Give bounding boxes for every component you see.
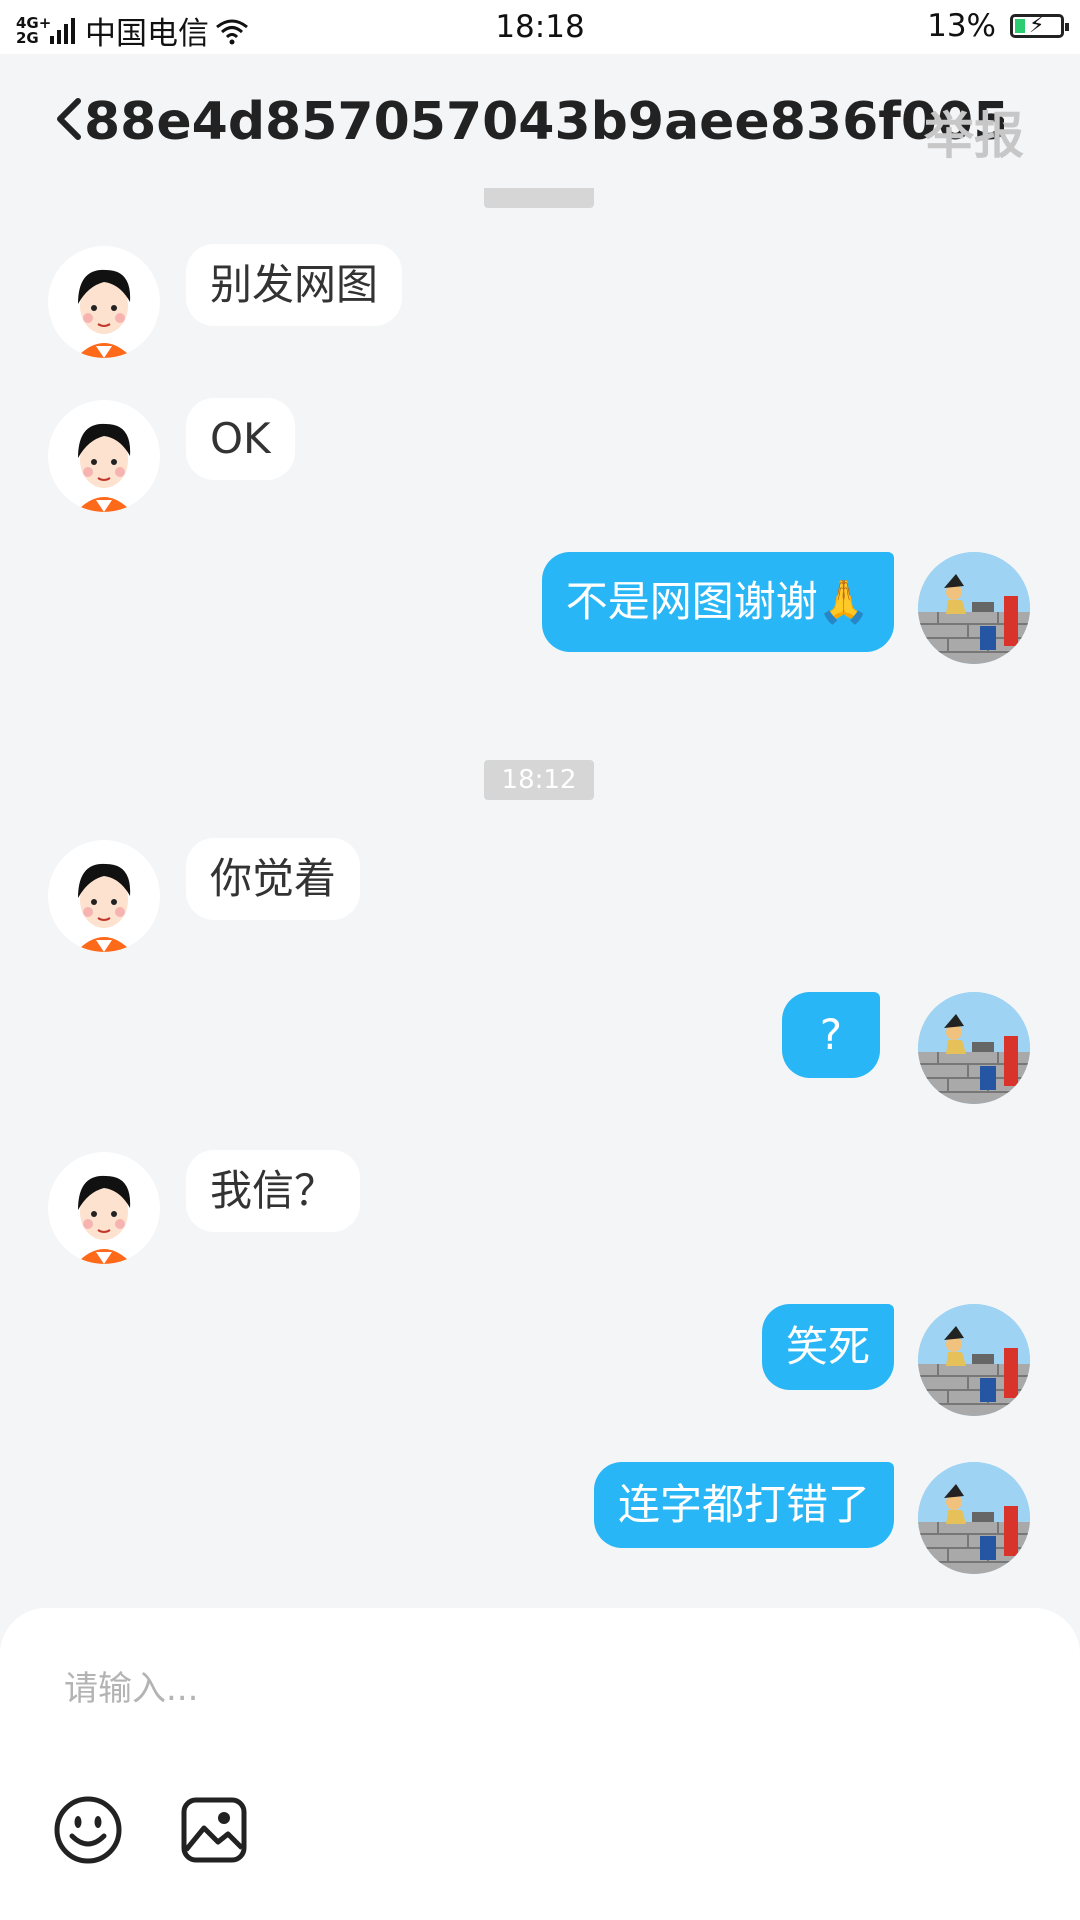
my-avatar[interactable] bbox=[918, 552, 1030, 664]
message-bubble-incoming[interactable]: OK bbox=[186, 398, 295, 480]
contact-avatar[interactable] bbox=[48, 246, 160, 358]
cartoon-girl-avatar-icon bbox=[76, 1175, 132, 1264]
message-bubble-outgoing[interactable]: 连字都打错了 bbox=[593, 1462, 894, 1548]
message-bubble-incoming[interactable]: 我信？ bbox=[186, 1150, 361, 1232]
emoji-smiley-icon[interactable] bbox=[52, 1794, 124, 1866]
timestamp: 18:12 bbox=[484, 760, 594, 800]
contact-avatar[interactable] bbox=[48, 1152, 160, 1264]
image-picker-icon[interactable] bbox=[178, 1794, 250, 1866]
illustration-avatar-icon bbox=[918, 992, 1030, 1104]
timestamp-partial bbox=[484, 188, 594, 208]
status-bar: 4G+ 2G 中国电信 18:18 13% ⚡ bbox=[0, 0, 1080, 54]
cartoon-girl-avatar-icon bbox=[76, 423, 132, 512]
message-bubble-outgoing[interactable]: 不是网图谢谢🙏 bbox=[541, 552, 894, 652]
back-chevron-icon[interactable] bbox=[54, 98, 84, 140]
message-bubble-outgoing[interactable]: 笑死 bbox=[761, 1304, 894, 1390]
message-bubble-incoming[interactable]: 你觉着 bbox=[186, 838, 361, 920]
cartoon-girl-avatar-icon bbox=[76, 269, 132, 358]
message-bubble-outgoing[interactable]: ? bbox=[781, 992, 880, 1078]
message-bubble-incoming[interactable]: 别发网图 bbox=[186, 244, 403, 326]
my-avatar[interactable] bbox=[918, 1304, 1030, 1416]
contact-avatar[interactable] bbox=[48, 840, 160, 952]
my-avatar[interactable] bbox=[918, 1462, 1030, 1574]
battery-percent: 13% bbox=[927, 8, 996, 44]
my-avatar[interactable] bbox=[918, 992, 1030, 1104]
message-input[interactable] bbox=[62, 1658, 966, 1720]
status-time: 18:18 bbox=[495, 9, 585, 45]
illustration-avatar-icon bbox=[918, 1462, 1030, 1574]
report-button[interactable]: 举报 bbox=[924, 96, 1024, 168]
cartoon-girl-avatar-icon bbox=[76, 863, 132, 952]
chat-title: 88e4d857057043b9aee836f00513d4 bbox=[84, 92, 1004, 152]
status-right: 13% ⚡ bbox=[927, 8, 1069, 44]
battery-icon: ⚡ bbox=[1010, 13, 1069, 38]
contact-avatar[interactable] bbox=[48, 400, 160, 512]
chat-header: 88e4d857057043b9aee836f00513d4 举报 bbox=[0, 54, 1080, 194]
message-composer bbox=[0, 1608, 1080, 1920]
illustration-avatar-icon bbox=[918, 552, 1030, 664]
illustration-avatar-icon bbox=[918, 1304, 1030, 1416]
